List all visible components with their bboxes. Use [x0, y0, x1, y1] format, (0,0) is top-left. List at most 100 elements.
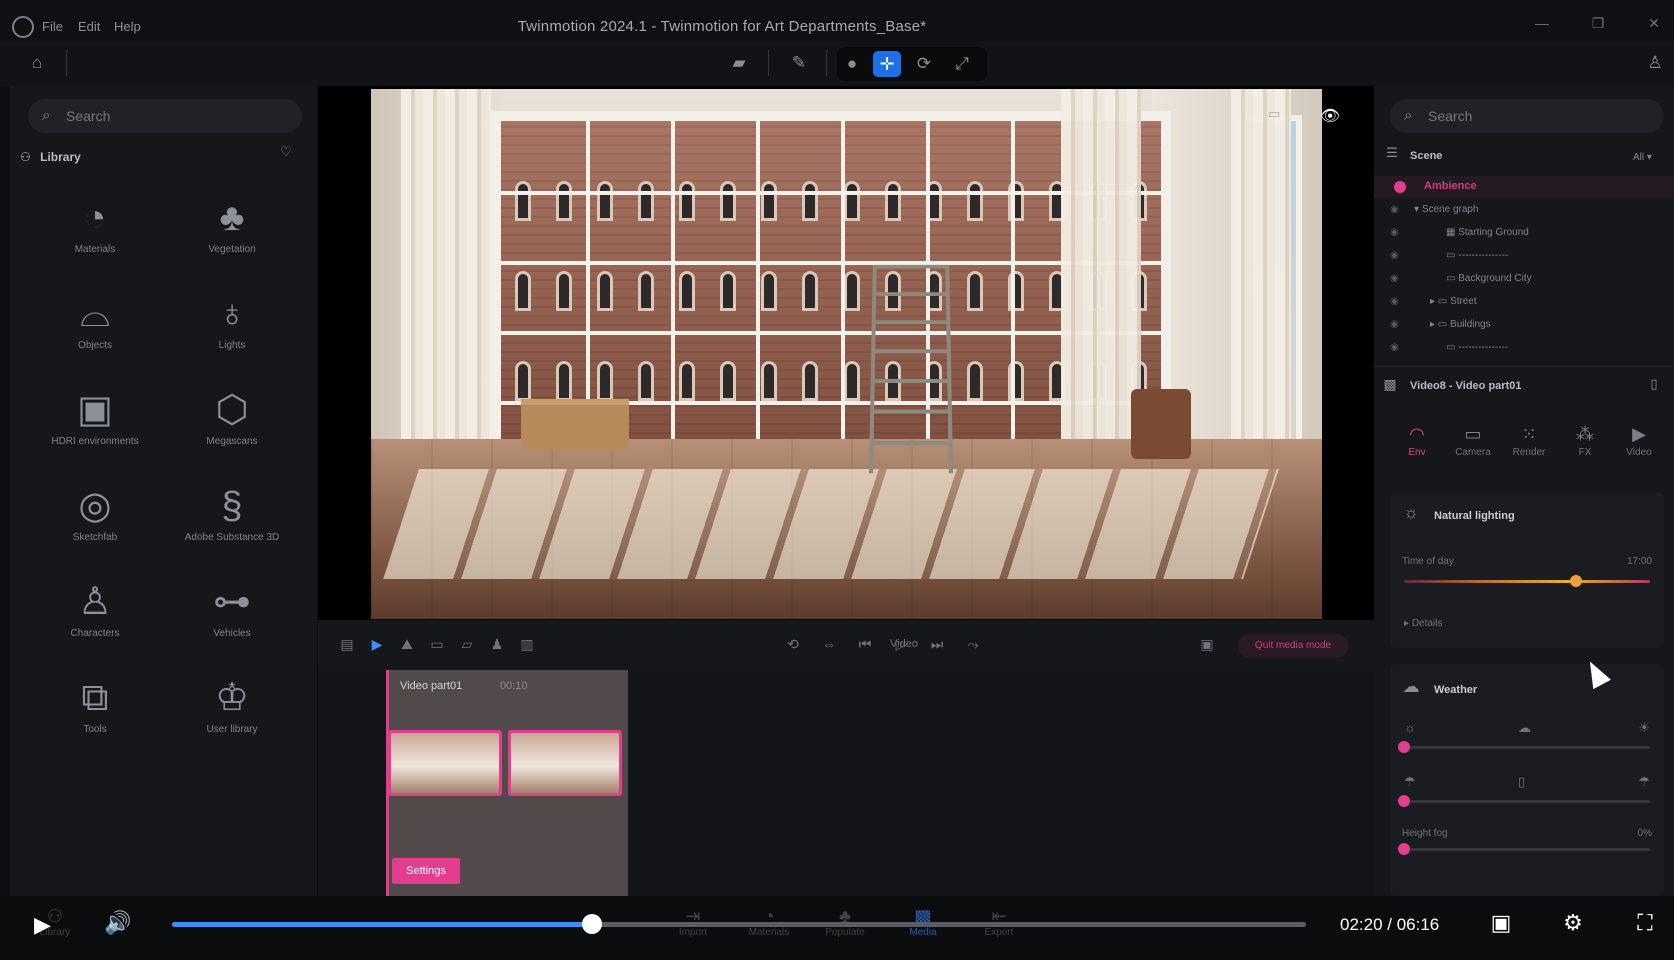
scene-tree-row[interactable]: ▭ --------------- [1446, 250, 1508, 261]
temperature-slider[interactable] [1398, 795, 1650, 807]
library-item-tools[interactable]: ⧉ Tools [35, 676, 155, 735]
loop-icon[interactable]: ⟲ [784, 636, 802, 653]
tab-env[interactable]: ◠ Env [1392, 424, 1442, 458]
library-item-objects[interactable]: ⌓ Objects [35, 292, 155, 351]
library-item-lights[interactable]: ♁ Lights [172, 292, 292, 351]
render-preview[interactable] [371, 89, 1322, 619]
skip-forward-icon[interactable]: ⏭ [928, 636, 946, 653]
fullscreen-icon[interactable]: ⛶ [1630, 910, 1660, 940]
library-item-hdri[interactable]: ▣ HDRI environments [35, 388, 155, 447]
eye-icon[interactable]: ◉ [1390, 296, 1399, 307]
scale-icon[interactable]: ⤢ [949, 51, 975, 77]
library-icon: ⚇ [20, 150, 31, 164]
pip-icon[interactable]: ▣ [1198, 636, 1216, 653]
move-icon[interactable]: ✛ [873, 51, 901, 77]
tab-fx[interactable]: ⁂ FX [1560, 424, 1610, 458]
scene-filter-select[interactable]: All ▾ [1633, 152, 1652, 163]
pipette-icon[interactable]: ✎ [786, 50, 812, 76]
library-item-vegetation[interactable]: ♣ Vegetation [172, 196, 292, 255]
time-of-day-slider-knob[interactable] [1570, 575, 1583, 587]
library-item-substance[interactable]: § Adobe Substance 3D [172, 484, 292, 543]
user-icon[interactable]: ♙ [1642, 50, 1668, 76]
scene-tree-row[interactable]: ▸ ▭ Street [1430, 296, 1477, 307]
bottom-tab-label: Populate [825, 927, 865, 938]
temperature-slider-knob[interactable] [1398, 795, 1410, 807]
expand-icon[interactable]: ⇔ [820, 636, 838, 652]
scene-tree-row[interactable]: ▭ Background City [1446, 273, 1532, 284]
scene-tree-row[interactable]: ▸ ▭ Buildings [1430, 319, 1491, 330]
eye-icon[interactable]: ◉ [1390, 204, 1399, 215]
folder-icon[interactable]: ▰ [726, 50, 752, 76]
render-icon: ⁙ [1521, 424, 1537, 444]
scene-filter-value: All [1633, 152, 1645, 163]
scene-item-ambience[interactable]: Ambience [1374, 176, 1674, 198]
eye-icon[interactable]: ◉ [1390, 227, 1399, 238]
height-fog-slider[interactable] [1398, 843, 1650, 855]
panel-toggle-icon[interactable]: ▯ [1644, 374, 1664, 394]
tab-label: FX [1578, 447, 1592, 458]
details-toggle[interactable]: ▸ Details [1404, 618, 1442, 629]
home-icon[interactable]: ⌂ [24, 50, 50, 76]
clip-thumbnail[interactable] [388, 730, 502, 796]
library-item-sketchfab[interactable]: ◎ Sketchfab [35, 484, 155, 543]
library-item-vehicles[interactable]: ⊶ Vehicles [172, 580, 292, 639]
eye-icon[interactable]: ◉ [1390, 342, 1399, 353]
bottom-tab-label: Import [678, 927, 708, 938]
weather-slider-knob[interactable] [1398, 741, 1410, 753]
image-mode-icon[interactable]: ▤ [338, 636, 356, 653]
library-item-characters[interactable]: ♙ Characters [35, 580, 155, 639]
settings-gear-icon[interactable]: ⚙ [1558, 910, 1588, 940]
quit-media-mode-button[interactable]: Quit media mode [1238, 634, 1348, 658]
substance-icon: § [221, 485, 243, 527]
library-item-materials[interactable]: ◔ Materials [35, 196, 155, 255]
scene-tree-row[interactable]: ▾ Scene graph [1414, 204, 1479, 215]
time-of-day-value: 17:00 [1626, 556, 1652, 567]
play-icon[interactable]: ▶ [34, 912, 60, 938]
eye-icon[interactable]: ◉ [1390, 319, 1399, 330]
video-mode-icon[interactable]: ▶ [368, 636, 386, 653]
clip-settings-button[interactable]: Settings [392, 858, 460, 884]
seek-bar-knob[interactable] [581, 914, 602, 934]
tab-render[interactable]: ⁙ Render [1504, 424, 1554, 458]
eye-icon[interactable]: ◉ [1390, 273, 1399, 284]
library-item-label: Vehicles [213, 628, 251, 639]
time-of-day-slider[interactable] [1404, 575, 1650, 587]
picture-in-picture-icon[interactable]: ▣ [1486, 910, 1516, 940]
poi-icon[interactable]: ♟ [488, 636, 506, 653]
height-fog-slider-knob[interactable] [1398, 843, 1410, 855]
minimize-icon[interactable]: — [1532, 15, 1552, 35]
volume-icon[interactable]: 🔊 [104, 910, 138, 938]
tab-camera[interactable]: ▭ Camera [1448, 424, 1498, 458]
library-item-user-library[interactable]: ♔ User library [172, 676, 292, 735]
scene-tree-row[interactable]: ▦ Starting Ground [1446, 227, 1529, 238]
redo-icon[interactable]: ⤳ [964, 636, 982, 653]
rotate-icon[interactable]: ⟳ [911, 51, 937, 77]
library-item-megascans[interactable]: ⬡ Megascans [172, 388, 292, 447]
weather-slider[interactable] [1398, 741, 1650, 753]
clip-duration: 00:10 [500, 680, 528, 692]
eye-icon[interactable]: ◉ [1390, 250, 1399, 261]
scene-box [521, 399, 629, 449]
library-search-input[interactable]: ⌕ Search [28, 99, 302, 133]
select-icon[interactable]: ● [839, 51, 865, 77]
frame-icon[interactable]: ▭ [1268, 106, 1280, 122]
seek-bar[interactable] [172, 914, 1306, 934]
mullion [1011, 121, 1015, 461]
play-preview-icon[interactable]: ▷ [892, 636, 910, 653]
skip-back-icon[interactable]: ⏮ [856, 636, 874, 653]
scene-ladder [868, 264, 954, 474]
visibility-eye-icon[interactable]: 👁 [1320, 106, 1340, 126]
phased-icon[interactable]: ▱ [458, 636, 476, 653]
close-icon[interactable]: ✕ [1644, 15, 1664, 35]
tab-video[interactable]: ▶ Video [1614, 424, 1664, 458]
scene-tree-label: --------------- [1458, 342, 1509, 353]
restore-icon[interactable]: ❐ [1588, 15, 1608, 35]
panorama-icon[interactable]: ⛰ [398, 636, 416, 653]
natural-lighting-title: Natural lighting [1434, 510, 1515, 522]
scene-search-input[interactable]: ⌕ Search [1390, 99, 1664, 133]
presentation-icon[interactable]: ▭ [428, 636, 446, 653]
delete-icon[interactable]: ▥ [518, 636, 536, 653]
scene-tree-row[interactable]: ▭ --------------- [1446, 342, 1508, 353]
clip-thumbnail[interactable] [508, 730, 622, 796]
favorite-icon[interactable]: ♡ [276, 142, 296, 162]
